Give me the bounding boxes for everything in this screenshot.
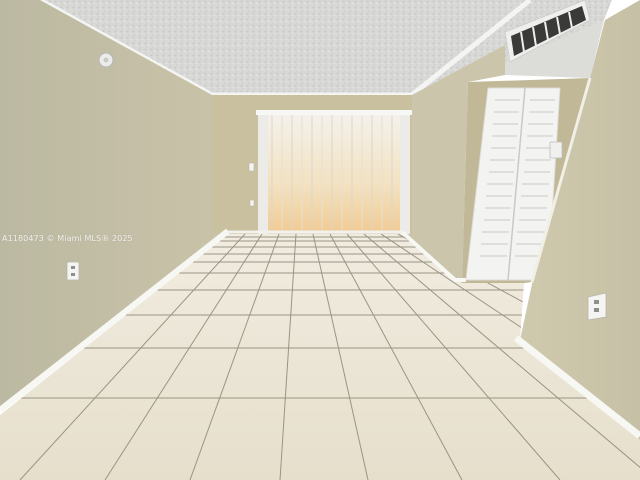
room-photo: A1180473 © Miami MLS® 2025	[0, 0, 640, 480]
light-switch[interactable]	[248, 162, 255, 172]
thermostat[interactable]	[549, 141, 563, 159]
outlet-right	[587, 292, 607, 321]
smoke-detector	[98, 52, 114, 68]
outlet-back	[249, 199, 255, 207]
photo-watermark: A1180473 © Miami MLS® 2025	[2, 234, 133, 243]
vertical-blinds	[256, 110, 412, 234]
outlet-left	[66, 261, 80, 281]
